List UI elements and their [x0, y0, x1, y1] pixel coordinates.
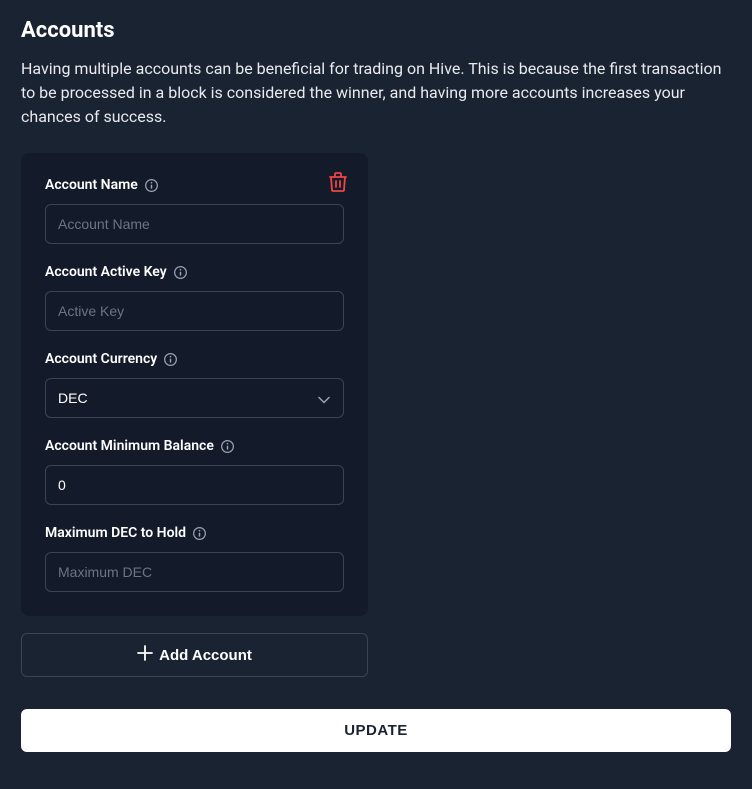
- info-icon[interactable]: [164, 353, 177, 366]
- account-name-label-text: Account Name: [45, 177, 138, 193]
- min-balance-label: Account Minimum Balance: [45, 438, 344, 454]
- add-account-label: Add Account: [159, 647, 252, 664]
- currency-select-wrapper: DEC: [45, 378, 344, 418]
- add-account-button[interactable]: Add Account: [21, 633, 368, 677]
- field-group-active-key: Account Active Key: [45, 264, 344, 331]
- account-name-label: Account Name: [45, 177, 344, 193]
- info-icon[interactable]: [193, 527, 206, 540]
- account-card: Account Name Account Active Key: [21, 153, 368, 616]
- account-name-input[interactable]: [45, 204, 344, 244]
- account-cards-container: Account Name Account Active Key: [21, 153, 368, 677]
- field-group-currency: Account Currency DEC: [45, 351, 344, 418]
- min-balance-label-text: Account Minimum Balance: [45, 438, 214, 454]
- plus-icon: [137, 645, 153, 665]
- trash-icon: [329, 172, 347, 195]
- delete-account-button[interactable]: [328, 173, 348, 193]
- active-key-label-text: Account Active Key: [45, 264, 167, 280]
- info-icon[interactable]: [145, 179, 158, 192]
- currency-select[interactable]: DEC: [45, 378, 344, 418]
- info-icon[interactable]: [174, 266, 187, 279]
- field-group-min-balance: Account Minimum Balance: [45, 438, 344, 505]
- page-title: Accounts: [21, 18, 731, 43]
- max-dec-label: Maximum DEC to Hold: [45, 525, 344, 541]
- info-icon[interactable]: [221, 440, 234, 453]
- max-dec-label-text: Maximum DEC to Hold: [45, 525, 186, 541]
- page-description: Having multiple accounts can be benefici…: [21, 57, 731, 129]
- max-dec-input[interactable]: [45, 552, 344, 592]
- min-balance-input[interactable]: [45, 465, 344, 505]
- active-key-input[interactable]: [45, 291, 344, 331]
- field-group-max-dec: Maximum DEC to Hold: [45, 525, 344, 592]
- active-key-label: Account Active Key: [45, 264, 344, 280]
- update-button[interactable]: UPDATE: [21, 709, 731, 752]
- currency-label: Account Currency: [45, 351, 344, 367]
- currency-label-text: Account Currency: [45, 351, 157, 367]
- field-group-account-name: Account Name: [45, 177, 344, 244]
